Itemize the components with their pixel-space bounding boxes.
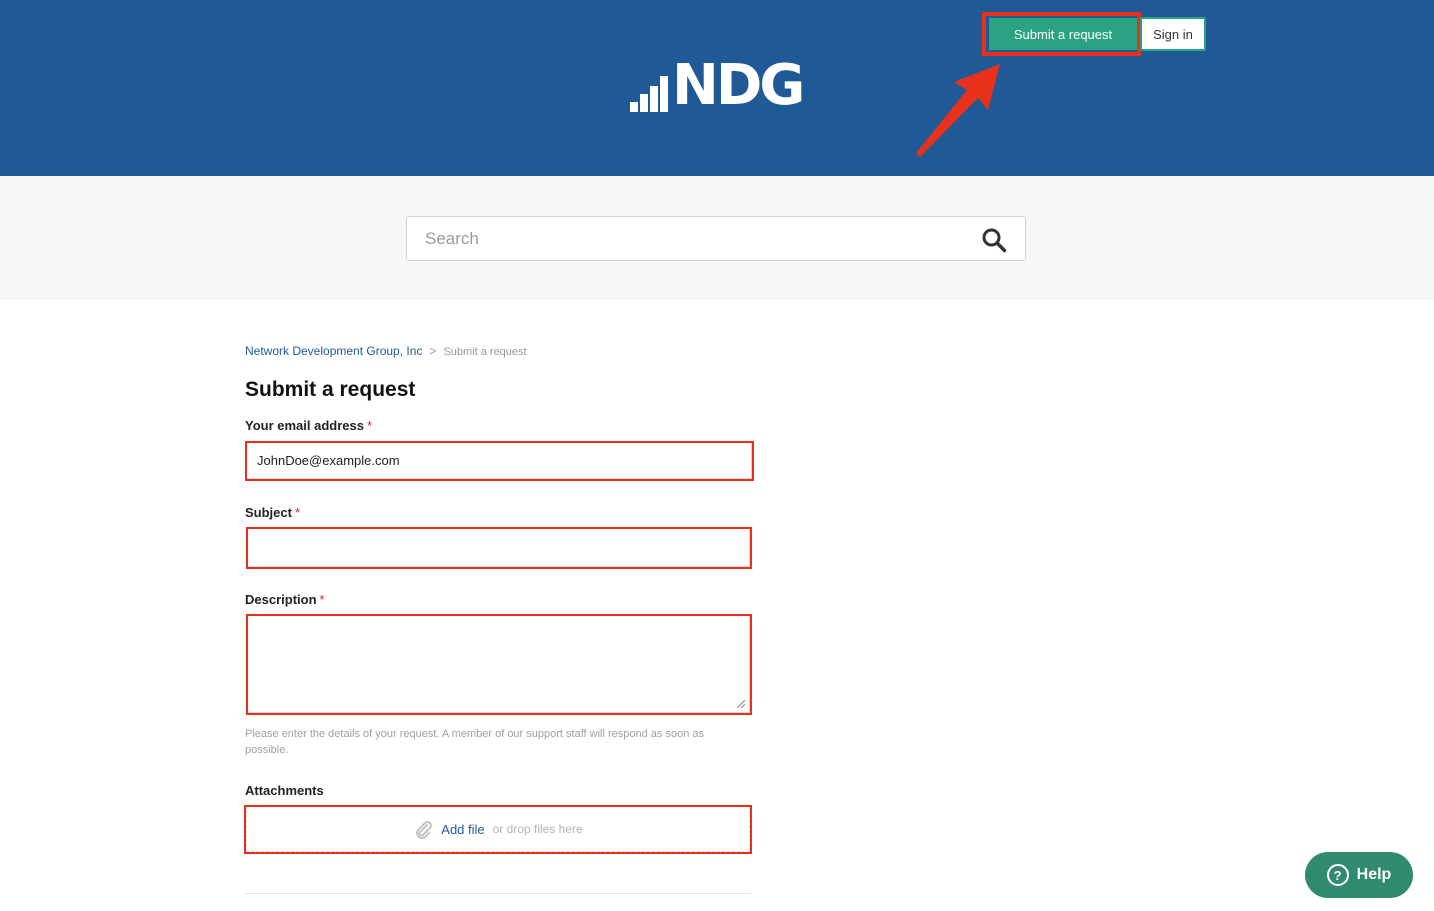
subject-field-wrapper [247,528,750,567]
site-header: NDG Submit a request Sign in [0,0,1434,176]
attachments-label: Attachments [245,783,324,798]
breadcrumb: Network Development Group, Inc > Submit a … [245,344,527,358]
email-label: Your email address * [245,418,372,433]
logo-text: NDG [672,53,805,118]
help-widget-button[interactable]: ? Help [1305,852,1413,898]
search-box [406,216,1026,261]
required-mark: * [366,418,373,433]
subject-label-text: Subject [245,505,292,520]
email-field-wrapper [246,442,752,479]
description-field[interactable] [248,616,749,712]
email-label-text: Your email address [245,418,364,433]
email-field[interactable] [247,443,751,478]
breadcrumb-separator: > [429,344,437,358]
breadcrumb-home-link[interactable]: Network Development Group, Inc [245,344,422,358]
form-divider [245,893,751,894]
help-label: Help [1356,866,1392,883]
description-hint: Please enter the details of your request… [245,728,704,756]
required-mark: * [294,505,301,520]
add-file-link[interactable]: Add file [441,822,484,837]
paperclip-icon [416,821,433,839]
subject-label: Subject * [245,505,300,520]
logo-bars-icon [630,102,638,112]
ndg-logo[interactable]: NDG [628,54,808,118]
drop-files-text: or drop files here [492,822,583,836]
description-label: Description * [245,592,325,607]
resize-handle-icon[interactable] [737,700,745,708]
search-icon[interactable] [981,227,1007,253]
help-question-icon: ? [1326,864,1349,886]
annotation-arrow-icon [916,64,1000,157]
search-input[interactable] [425,217,965,260]
breadcrumb-current: Submit a request [443,346,527,358]
description-field-wrapper [247,615,750,713]
logo-bar [660,76,668,112]
logo-bar [640,94,648,112]
required-mark: * [319,592,325,607]
page-title: Submit a request [245,378,416,401]
subject-field[interactable] [248,529,749,566]
description-label-text: Description [245,592,317,607]
attachment-dropzone[interactable]: Add file or drop files here [246,806,750,852]
sign-in-button[interactable]: Sign in [1140,17,1206,51]
logo-bar [650,86,658,112]
submit-request-button[interactable]: Submit a request [989,18,1137,50]
